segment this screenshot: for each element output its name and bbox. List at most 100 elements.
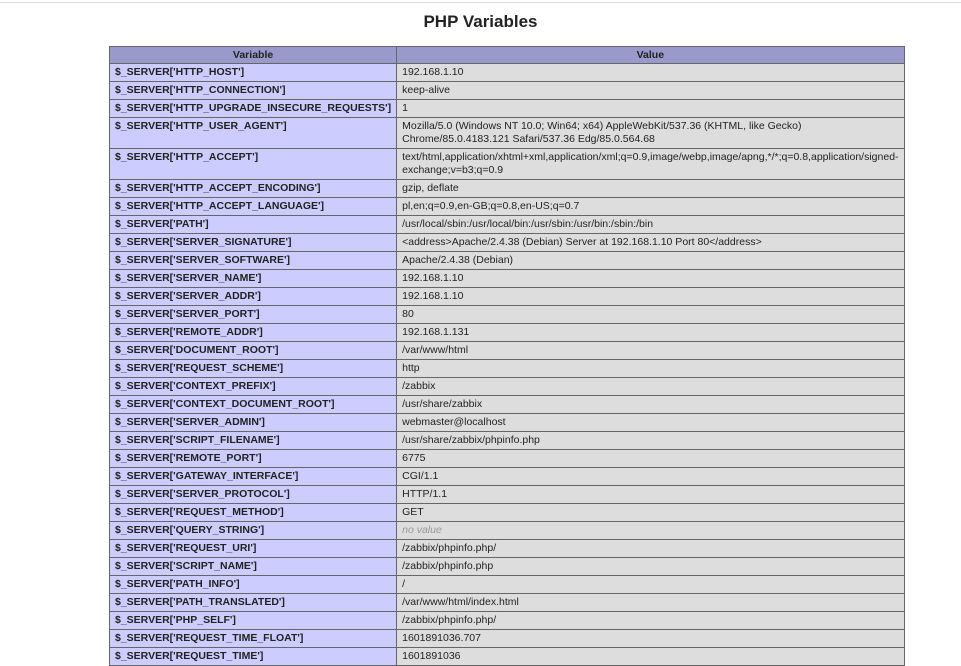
table-row: $_SERVER['SERVER_NAME'] 192.168.1.10 xyxy=(108,269,905,288)
table-row: $_SERVER['REQUEST_TIME_FLOAT'] 1601891036… xyxy=(108,629,905,648)
variable-value: / xyxy=(396,575,905,594)
table-row: $_SERVER['REMOTE_ADDR'] 192.168.1.131 xyxy=(108,323,905,342)
variable-value: /zabbix/phpinfo.php/ xyxy=(396,611,905,630)
table-row: $_SERVER['REQUEST_SCHEME'] http xyxy=(108,359,905,378)
table-row: $_SERVER['HTTP_UPGRADE_INSECURE_REQUESTS… xyxy=(108,99,905,118)
variable-name: $_SERVER['HTTP_HOST'] xyxy=(108,63,398,82)
table-row: $_SERVER['HTTP_ACCEPT_LANGUAGE'] pl,en;q=… xyxy=(108,197,905,216)
table-row: $_SERVER['GATEWAY_INTERFACE'] CGI/1.1 xyxy=(108,467,905,486)
top-divider xyxy=(0,2,961,3)
table-row: $_SERVER['PATH']/usr/local/sbin:/usr/loc… xyxy=(108,215,905,234)
table-row: $_SERVER['SERVER_ADMIN'] webmaster@localh… xyxy=(108,413,905,432)
table-row: $_SERVER['HTTP_HOST'] 192.168.1.10 xyxy=(108,63,905,82)
table-row: $_SERVER['CONTEXT_PREFIX']/zabbix xyxy=(108,377,905,396)
variable-value: 1 xyxy=(396,99,905,118)
variable-name: $_SERVER['HTTP_USER_AGENT'] xyxy=(108,117,398,149)
variable-value: keep-alive xyxy=(396,81,905,100)
variable-value: /zabbix/phpinfo.php/ xyxy=(396,539,905,558)
header-value: Value xyxy=(396,46,905,64)
variable-name: $_SERVER['SERVER_ADDR'] xyxy=(108,287,398,306)
variable-value: /usr/share/zabbix/phpinfo.php xyxy=(396,431,905,450)
variable-name: $_SERVER['PHP_SELF'] xyxy=(108,611,398,630)
variable-value: /usr/share/zabbix xyxy=(396,395,905,414)
table-row: $_SERVER['PHP_SELF']/zabbix/phpinfo.php/ xyxy=(108,611,905,630)
variable-name: $_SERVER['HTTP_UPGRADE_INSECURE_REQUESTS… xyxy=(108,99,398,118)
variable-name: $_SERVER['SERVER_SOFTWARE'] xyxy=(108,251,398,270)
variable-value: no value xyxy=(396,521,905,540)
variable-name: $_SERVER['SERVER_PORT'] xyxy=(108,305,398,324)
variable-value: /usr/local/sbin:/usr/local/bin:/usr/sbin… xyxy=(396,215,905,234)
table-row: $_SERVER['SCRIPT_FILENAME']/usr/share/za… xyxy=(108,431,905,450)
table-header-row: Variable Value xyxy=(108,46,905,64)
variable-value: 192.168.1.10 xyxy=(396,287,905,306)
table-row: $_SERVER['CONTEXT_DOCUMENT_ROOT']/usr/sh… xyxy=(108,395,905,414)
variable-name: $_SERVER['HTTP_ACCEPT_LANGUAGE'] xyxy=(108,197,398,216)
table-row: $_SERVER['REQUEST_URI']/zabbix/phpinfo.p… xyxy=(108,539,905,558)
variable-name: $_SERVER['PATH_INFO'] xyxy=(108,575,398,594)
table-row: $_SERVER['QUERY_STRING'] no value xyxy=(108,521,905,540)
variable-name: $_SERVER['SCRIPT_NAME'] xyxy=(108,557,398,576)
table-row: $_SERVER['REQUEST_METHOD'] GET xyxy=(108,503,905,522)
variable-name: $_SERVER['SERVER_SIGNATURE'] xyxy=(108,233,398,252)
variable-value: gzip, deflate xyxy=(396,179,905,198)
variable-name: $_SERVER['SERVER_PROTOCOL'] xyxy=(108,485,398,504)
table-row: $_SERVER['SERVER_SIGNATURE'] <address>Apa… xyxy=(108,233,905,252)
variable-value: 192.168.1.131 xyxy=(396,323,905,342)
variable-value: 6775 xyxy=(396,449,905,468)
variable-value: GET xyxy=(396,503,905,522)
variable-value: <address>Apache/2.4.38 (Debian) Server a… xyxy=(396,233,905,252)
variable-value: 192.168.1.10 xyxy=(396,63,905,82)
variable-name: $_SERVER['PATH'] xyxy=(108,215,398,234)
variable-name: $_SERVER['REQUEST_SCHEME'] xyxy=(108,359,398,378)
variable-name: $_SERVER['SERVER_NAME'] xyxy=(108,269,398,288)
table-row: $_SERVER['HTTP_ACCEPT_ENCODING'] gzip, de… xyxy=(108,179,905,198)
table-row: $_SERVER['HTTP_USER_AGENT'] Mozilla/5.0 (… xyxy=(108,117,905,149)
table-row: $_SERVER['HTTP_ACCEPT'] text/html,applica… xyxy=(108,148,905,180)
variable-name: $_SERVER['HTTP_ACCEPT'] xyxy=(108,148,398,180)
variable-name: $_SERVER['CONTEXT_PREFIX'] xyxy=(108,377,398,396)
table-row: $_SERVER['SERVER_SOFTWARE'] Apache/2.4.38… xyxy=(108,251,905,270)
variable-name: $_SERVER['DOCUMENT_ROOT'] xyxy=(108,341,398,360)
variable-value: HTTP/1.1 xyxy=(396,485,905,504)
variable-name: $_SERVER['REQUEST_METHOD'] xyxy=(108,503,398,522)
variable-value: /var/www/html xyxy=(396,341,905,360)
table-row: $_SERVER['SCRIPT_NAME']/zabbix/phpinfo.p… xyxy=(108,557,905,576)
table-row: $_SERVER['HTTP_CONNECTION'] keep-alive xyxy=(108,81,905,100)
variable-value: webmaster@localhost xyxy=(396,413,905,432)
variable-name: $_SERVER['REQUEST_TIME'] xyxy=(108,647,398,666)
variable-name: $_SERVER['SCRIPT_FILENAME'] xyxy=(108,431,398,450)
variable-name: $_SERVER['HTTP_CONNECTION'] xyxy=(108,81,398,100)
variable-value: 1601891036 xyxy=(396,647,905,666)
table-row: $_SERVER['PATH_INFO'] / xyxy=(108,575,905,594)
variable-value: /zabbix/phpinfo.php xyxy=(396,557,905,576)
php-variables-table: Variable Value $_SERVER['HTTP_HOST'] 192.… xyxy=(108,46,905,666)
variable-value: /zabbix xyxy=(396,377,905,396)
variable-value: text/html,application/xhtml+xml,applicat… xyxy=(396,148,905,180)
variable-value: /var/www/html/index.html xyxy=(396,593,905,612)
header-variable: Variable xyxy=(108,46,398,64)
table-row: $_SERVER['SERVER_PROTOCOL'] HTTP/1.1 xyxy=(108,485,905,504)
no-value-label: no value xyxy=(402,524,442,536)
variable-name: $_SERVER['REMOTE_ADDR'] xyxy=(108,323,398,342)
variable-value: CGI/1.1 xyxy=(396,467,905,486)
variable-name: $_SERVER['HTTP_ACCEPT_ENCODING'] xyxy=(108,179,398,198)
variable-name: $_SERVER['SERVER_ADMIN'] xyxy=(108,413,398,432)
variable-value: Mozilla/5.0 (Windows NT 10.0; Win64; x64… xyxy=(396,117,905,149)
variable-name: $_SERVER['REQUEST_TIME_FLOAT'] xyxy=(108,629,398,648)
table-row: $_SERVER['PATH_TRANSLATED']/var/www/html… xyxy=(108,593,905,612)
variable-name: $_SERVER['GATEWAY_INTERFACE'] xyxy=(108,467,398,486)
variable-name: $_SERVER['CONTEXT_DOCUMENT_ROOT'] xyxy=(108,395,398,414)
table-row: $_SERVER['SERVER_ADDR'] 192.168.1.10 xyxy=(108,287,905,306)
variable-name: $_SERVER['PATH_TRANSLATED'] xyxy=(108,593,398,612)
variable-value: Apache/2.4.38 (Debian) xyxy=(396,251,905,270)
variable-value: 1601891036.707 xyxy=(396,629,905,648)
variable-value: pl,en;q=0.9,en-GB;q=0.8,en-US;q=0.7 xyxy=(396,197,905,216)
table-row: $_SERVER['DOCUMENT_ROOT']/var/www/html xyxy=(108,341,905,360)
variable-name: $_SERVER['QUERY_STRING'] xyxy=(108,521,398,540)
variable-name: $_SERVER['REMOTE_PORT'] xyxy=(108,449,398,468)
variable-value: 80 xyxy=(396,305,905,324)
variable-name: $_SERVER['REQUEST_URI'] xyxy=(108,539,398,558)
variable-value: http xyxy=(396,359,905,378)
table-row: $_SERVER['REMOTE_PORT'] 6775 xyxy=(108,449,905,468)
table-row: $_SERVER['REQUEST_TIME'] 1601891036 xyxy=(108,647,905,666)
